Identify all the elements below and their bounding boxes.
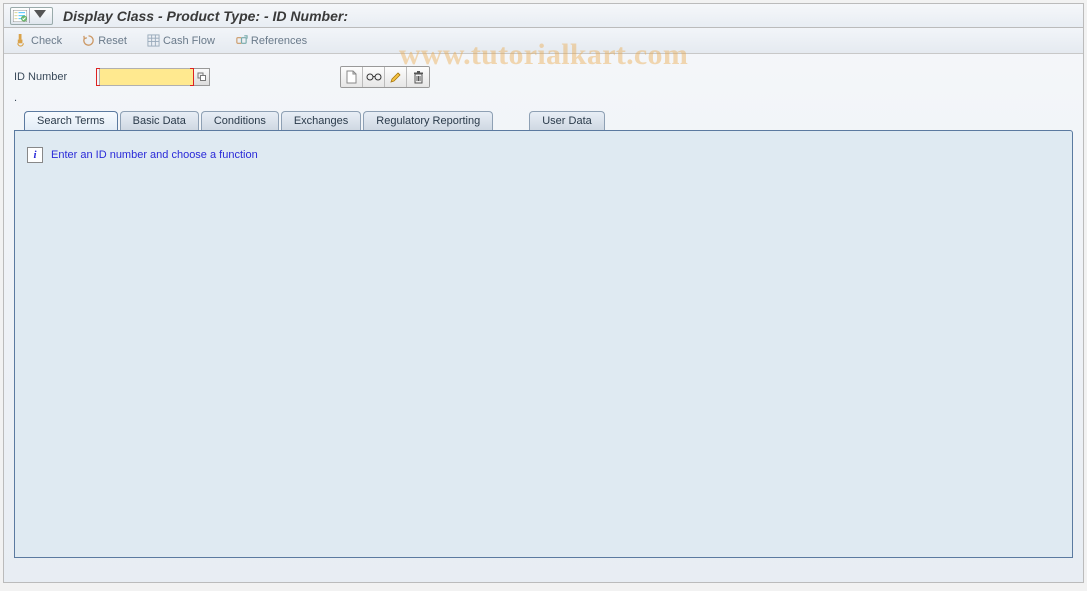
references-icon — [235, 34, 248, 47]
tab-user-data[interactable]: User Data — [529, 111, 605, 130]
references-button[interactable]: References — [231, 32, 311, 49]
tab-panel: i Enter an ID number and choose a functi… — [14, 130, 1073, 558]
id-number-label: ID Number — [14, 71, 89, 83]
tab-basic-data[interactable]: Basic Data — [120, 111, 199, 130]
menu-dropdown-arrow — [29, 8, 50, 23]
separator-dot: . — [4, 92, 1083, 102]
id-number-input[interactable] — [99, 68, 194, 86]
edit-button[interactable] — [385, 67, 407, 87]
references-label: References — [251, 35, 307, 47]
tab-strip: Search Terms Basic Data Conditions Excha… — [4, 102, 1083, 130]
cashflow-icon — [147, 34, 160, 47]
info-message-text: Enter an ID number and choose a function — [51, 149, 258, 161]
reset-button[interactable]: Reset — [78, 32, 131, 49]
search-help-icon — [197, 72, 207, 82]
info-message-row: i Enter an ID number and choose a functi… — [15, 131, 1072, 179]
check-icon — [15, 34, 28, 47]
display-button[interactable] — [363, 67, 385, 87]
reset-label: Reset — [98, 35, 127, 47]
check-button[interactable]: Check — [11, 32, 66, 49]
required-bracket-left — [96, 68, 100, 86]
required-bracket-right — [190, 68, 194, 86]
search-help-button[interactable] — [194, 68, 210, 86]
menu-button[interactable] — [10, 7, 53, 25]
pencil-icon — [389, 71, 402, 84]
tab-regulatory-reporting[interactable]: Regulatory Reporting — [363, 111, 493, 130]
form-row: ID Number — [4, 54, 1083, 92]
cashflow-label: Cash Flow — [163, 35, 215, 47]
page-title: Display Class - Product Type: - ID Numbe… — [63, 8, 348, 24]
action-icon-bar — [340, 66, 430, 88]
reset-icon — [82, 34, 95, 47]
create-button[interactable] — [341, 67, 363, 87]
tab-search-terms[interactable]: Search Terms — [24, 111, 118, 130]
app-window: Display Class - Product Type: - ID Numbe… — [3, 3, 1084, 583]
delete-button[interactable] — [407, 67, 429, 87]
glasses-icon — [366, 72, 382, 82]
document-icon — [345, 70, 358, 84]
info-icon: i — [27, 147, 43, 163]
application-toolbar: Check Reset Cash Flow — [4, 28, 1083, 54]
title-bar: Display Class - Product Type: - ID Numbe… — [4, 4, 1083, 28]
trash-icon — [413, 71, 424, 84]
tab-conditions[interactable]: Conditions — [201, 111, 279, 130]
tab-exchanges[interactable]: Exchanges — [281, 111, 361, 130]
cashflow-button[interactable]: Cash Flow — [143, 32, 219, 49]
check-label: Check — [31, 35, 62, 47]
form-icon — [13, 10, 27, 22]
